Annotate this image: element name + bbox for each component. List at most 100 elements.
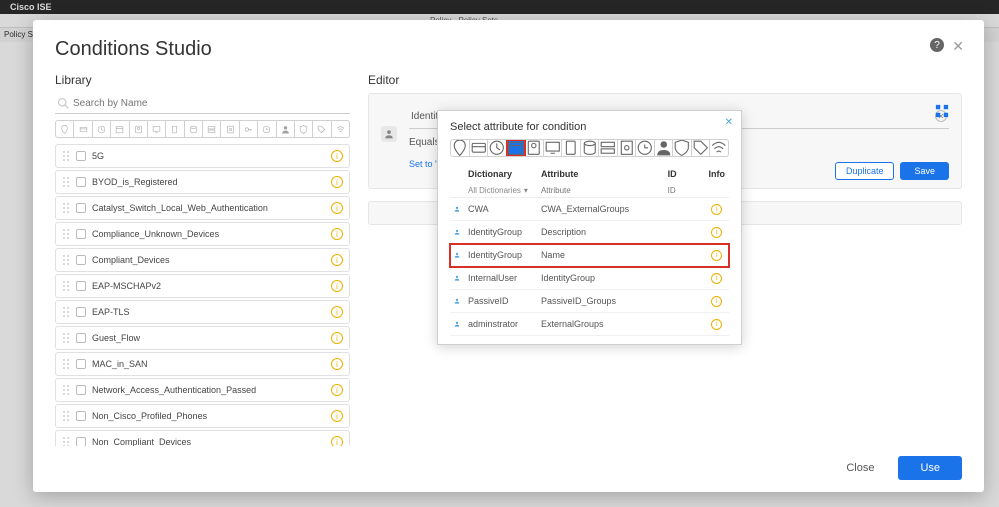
info-icon[interactable]: i bbox=[331, 358, 343, 370]
drag-handle-icon[interactable] bbox=[62, 150, 70, 162]
attr-filter-badge-icon[interactable] bbox=[525, 140, 544, 156]
info-icon[interactable]: i bbox=[331, 306, 343, 318]
drag-handle-icon[interactable] bbox=[62, 254, 70, 266]
library-condition-item[interactable]: EAP-MSCHAPv2i bbox=[55, 274, 350, 298]
library-condition-item[interactable]: Non_Cisco_Profiled_Phonesi bbox=[55, 404, 350, 428]
use-button[interactable]: Use bbox=[898, 456, 962, 480]
library-condition-item[interactable]: Compliance_Unknown_Devicesi bbox=[55, 222, 350, 246]
drag-handle-icon[interactable] bbox=[62, 176, 70, 188]
library-filter-server-icon[interactable] bbox=[203, 121, 221, 137]
attr-filter-clock2-icon[interactable] bbox=[636, 140, 655, 156]
attribute-row[interactable]: InternalUserIdentityGroupi bbox=[450, 267, 729, 290]
info-icon[interactable]: i bbox=[331, 254, 343, 266]
info-icon[interactable]: i bbox=[711, 227, 722, 238]
search-input[interactable] bbox=[73, 98, 348, 109]
library-filter-card-icon[interactable] bbox=[74, 121, 92, 137]
attribute-dictionary: InternalUser bbox=[464, 267, 537, 290]
info-icon[interactable]: i bbox=[711, 296, 722, 307]
info-icon[interactable]: i bbox=[711, 319, 722, 330]
library-condition-item[interactable]: Guest_Flowi bbox=[55, 326, 350, 350]
grid-icon[interactable] bbox=[935, 104, 949, 118]
library-filter-badge-icon[interactable] bbox=[130, 121, 148, 137]
close-button[interactable]: Close bbox=[830, 456, 890, 480]
library-condition-item[interactable]: EAP-TLSi bbox=[55, 300, 350, 324]
drag-handle-icon[interactable] bbox=[62, 228, 70, 240]
attribute-popover-close-icon[interactable]: ✕ bbox=[725, 117, 733, 128]
attr-filter-device-icon[interactable] bbox=[562, 140, 581, 156]
attribute-row[interactable]: PassiveIDPassiveID_Groupsi bbox=[450, 290, 729, 313]
drag-handle-icon[interactable] bbox=[62, 332, 70, 344]
attribute-row[interactable]: IdentityGroupNamei bbox=[450, 244, 729, 267]
info-icon[interactable]: i bbox=[331, 150, 343, 162]
close-icon[interactable]: ✕ bbox=[952, 38, 964, 55]
save-button[interactable]: Save bbox=[900, 162, 949, 180]
search-icon bbox=[57, 97, 69, 109]
library-filter-cert-icon[interactable] bbox=[221, 121, 239, 137]
attr-filter-wifi-icon[interactable] bbox=[710, 140, 728, 156]
library-filter-wifi-icon[interactable] bbox=[332, 121, 349, 137]
attr-filter-calendar-icon[interactable] bbox=[507, 140, 526, 156]
info-icon[interactable]: i bbox=[331, 410, 343, 422]
info-icon[interactable]: i bbox=[331, 176, 343, 188]
id-filter-input[interactable] bbox=[668, 186, 698, 195]
attribute-row[interactable]: IdentityGroupDescriptioni bbox=[450, 221, 729, 244]
attribute-dictionary: PassiveID bbox=[464, 290, 537, 313]
library-filter-database-icon[interactable] bbox=[185, 121, 203, 137]
attribute-filter-bar bbox=[450, 139, 729, 157]
attribute-name: CWA_ExternalGroups bbox=[537, 198, 664, 221]
drag-handle-icon[interactable] bbox=[62, 410, 70, 422]
library-filter-monitor-icon[interactable] bbox=[148, 121, 166, 137]
attr-filter-clock-icon[interactable] bbox=[488, 140, 507, 156]
condition-type-icon bbox=[76, 229, 86, 239]
drag-handle-icon[interactable] bbox=[62, 280, 70, 292]
library-filter-tag-icon[interactable] bbox=[313, 121, 331, 137]
library-filter-calendar-icon[interactable] bbox=[111, 121, 129, 137]
drag-handle-icon[interactable] bbox=[62, 436, 70, 446]
library-filter-person-icon[interactable] bbox=[277, 121, 295, 137]
drag-handle-icon[interactable] bbox=[62, 202, 70, 214]
drag-handle-icon[interactable] bbox=[62, 358, 70, 370]
library-condition-item[interactable]: 5Gi bbox=[55, 144, 350, 168]
info-icon[interactable]: i bbox=[331, 228, 343, 240]
library-condition-item[interactable]: BYOD_is_Registeredi bbox=[55, 170, 350, 194]
library-condition-item[interactable]: MAC_in_SANi bbox=[55, 352, 350, 376]
attr-filter-server-icon[interactable] bbox=[599, 140, 618, 156]
library-filter-shield-icon[interactable] bbox=[295, 121, 313, 137]
condition-label: BYOD_is_Registered bbox=[92, 177, 331, 187]
library-filter-location-pin-icon[interactable] bbox=[56, 121, 74, 137]
info-icon[interactable]: i bbox=[331, 384, 343, 396]
drag-handle-icon[interactable] bbox=[62, 306, 70, 318]
info-icon[interactable]: i bbox=[711, 250, 722, 261]
info-icon[interactable]: i bbox=[331, 332, 343, 344]
attribute-row[interactable]: CWACWA_ExternalGroupsi bbox=[450, 198, 729, 221]
attr-filter-shield-icon[interactable] bbox=[673, 140, 692, 156]
attr-filter-person-icon[interactable] bbox=[655, 140, 674, 156]
info-icon[interactable]: i bbox=[711, 204, 722, 215]
dictionary-filter-select[interactable]: All Dictionaries bbox=[468, 186, 528, 195]
duplicate-button[interactable]: Duplicate bbox=[835, 162, 895, 180]
attr-filter-database-icon[interactable] bbox=[581, 140, 600, 156]
library-filter-key-icon[interactable] bbox=[240, 121, 258, 137]
drag-handle-icon[interactable] bbox=[62, 384, 70, 396]
info-icon[interactable]: i bbox=[331, 436, 343, 446]
info-icon[interactable]: i bbox=[331, 202, 343, 214]
library-filter-device-icon[interactable] bbox=[166, 121, 184, 137]
condition-label: Guest_Flow bbox=[92, 333, 331, 343]
info-icon[interactable]: i bbox=[331, 280, 343, 292]
attr-filter-tag-icon[interactable] bbox=[692, 140, 711, 156]
library-filter-clock2-icon[interactable] bbox=[258, 121, 276, 137]
help-icon[interactable]: ? bbox=[930, 38, 944, 52]
attribute-row[interactable]: adminstratorExternalGroupsi bbox=[450, 313, 729, 336]
info-icon[interactable]: i bbox=[711, 273, 722, 284]
attribute-filter-input[interactable] bbox=[541, 186, 660, 195]
attr-filter-cert-icon[interactable] bbox=[618, 140, 637, 156]
library-condition-item[interactable]: Compliant_Devicesi bbox=[55, 248, 350, 272]
library-condition-item[interactable]: Catalyst_Switch_Local_Web_Authentication… bbox=[55, 196, 350, 220]
attr-filter-monitor-icon[interactable] bbox=[544, 140, 563, 156]
library-condition-item[interactable]: Network_Access_Authentication_Passedi bbox=[55, 378, 350, 402]
attr-filter-location-pin-icon[interactable] bbox=[451, 140, 470, 156]
library-condition-item[interactable]: Non_Compliant_Devicesi bbox=[55, 430, 350, 446]
library-search[interactable] bbox=[55, 93, 350, 114]
attr-filter-card-icon[interactable] bbox=[470, 140, 489, 156]
library-filter-clock-icon[interactable] bbox=[93, 121, 111, 137]
